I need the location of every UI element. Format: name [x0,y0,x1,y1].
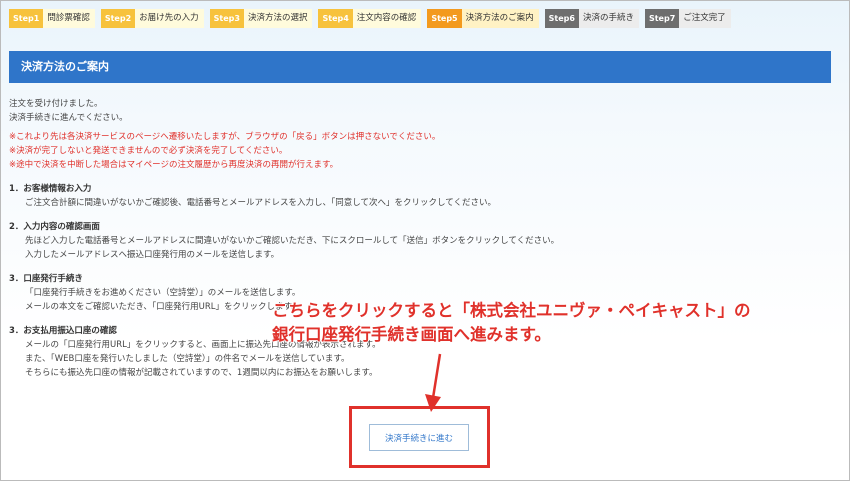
step-item-text: ご注文合計額に間違いがないかご確認後、電話番号とメールアドレスを入力し、「同意し… [25,198,496,208]
arrow-down-icon [425,353,442,412]
warning-line: ※途中で決済を中断した場合はマイページの注文履歴から再度決済の再開が行えます。 [9,160,339,170]
intro-line: 注文を受け付けました。 [9,99,103,109]
step-label: 注文内容の確認 [352,9,422,28]
step-item-text: 入力したメールアドレスへ振込口座発行用のメールを送信します。 [25,250,280,260]
step-badge: Step3 [209,9,244,28]
step-item-text: 先ほど入力した電話番号とメールアドレスに間違いがないかご確認いただき、下にスクロ… [25,236,560,246]
step-4: Step4 注文内容の確認 [318,9,422,28]
step-label: 問診票確認 [43,9,95,28]
step-badge: Step4 [318,9,353,28]
step-item-title: 1．お客様情報お入力 [9,184,92,194]
step-item-text: 「口座発行手続きをお進めください（空詩堂）」のメールを送信します。 [25,288,301,298]
step-badge: Step7 [644,9,680,28]
step-badge: Step5 [427,9,462,28]
step-label: 決済方法の選択 [243,9,313,28]
warning-line: ※決済が完了しないと発送できませんので必ず決済を完了してください。 [9,146,288,156]
step-badge: Step2 [100,9,136,28]
step-item-title: 2．入力内容の確認画面 [9,222,100,232]
intro-line: 決済手続きに進んでください。 [9,113,128,123]
step-label: ご注文完了 [679,9,731,28]
step-7: Step7 ご注文完了 [644,9,731,28]
callout-line: 銀行口座発行手続き画面へ進みます。 [272,325,551,344]
step-label: お届け先の入力 [135,9,204,28]
step-badge: Step1 [9,9,44,28]
step-progress-bar: Step1 問診票確認 Step2 お届け先の入力 Step3 決済方法の選択 … [9,9,737,28]
step-label: 決済の手続き [578,9,639,28]
proceed-payment-button[interactable]: 決済手続きに進む [369,424,469,451]
warning-line: ※これより先は各決済サービスのページへ遷移いたしますが、ブラウザの「戻る」ボタン… [9,132,441,142]
step-label: 決済方法のご案内 [461,9,539,28]
step-1: Step1 問診票確認 [9,9,95,28]
step-2: Step2 お届け先の入力 [100,9,204,28]
step-3: Step3 決済方法の選択 [209,9,313,28]
step-6: Step6 決済の手続き [544,9,639,28]
section-title: 決済方法のご案内 [9,51,831,83]
step-item-title: 3．口座発行手続き [9,274,83,284]
step-5: Step5 決済方法のご案内 [427,9,539,28]
callout-line: こちらをクリックすると「株式会社ユニヴァ・ペイキャスト」の [272,301,751,320]
step-badge: Step6 [544,9,579,28]
